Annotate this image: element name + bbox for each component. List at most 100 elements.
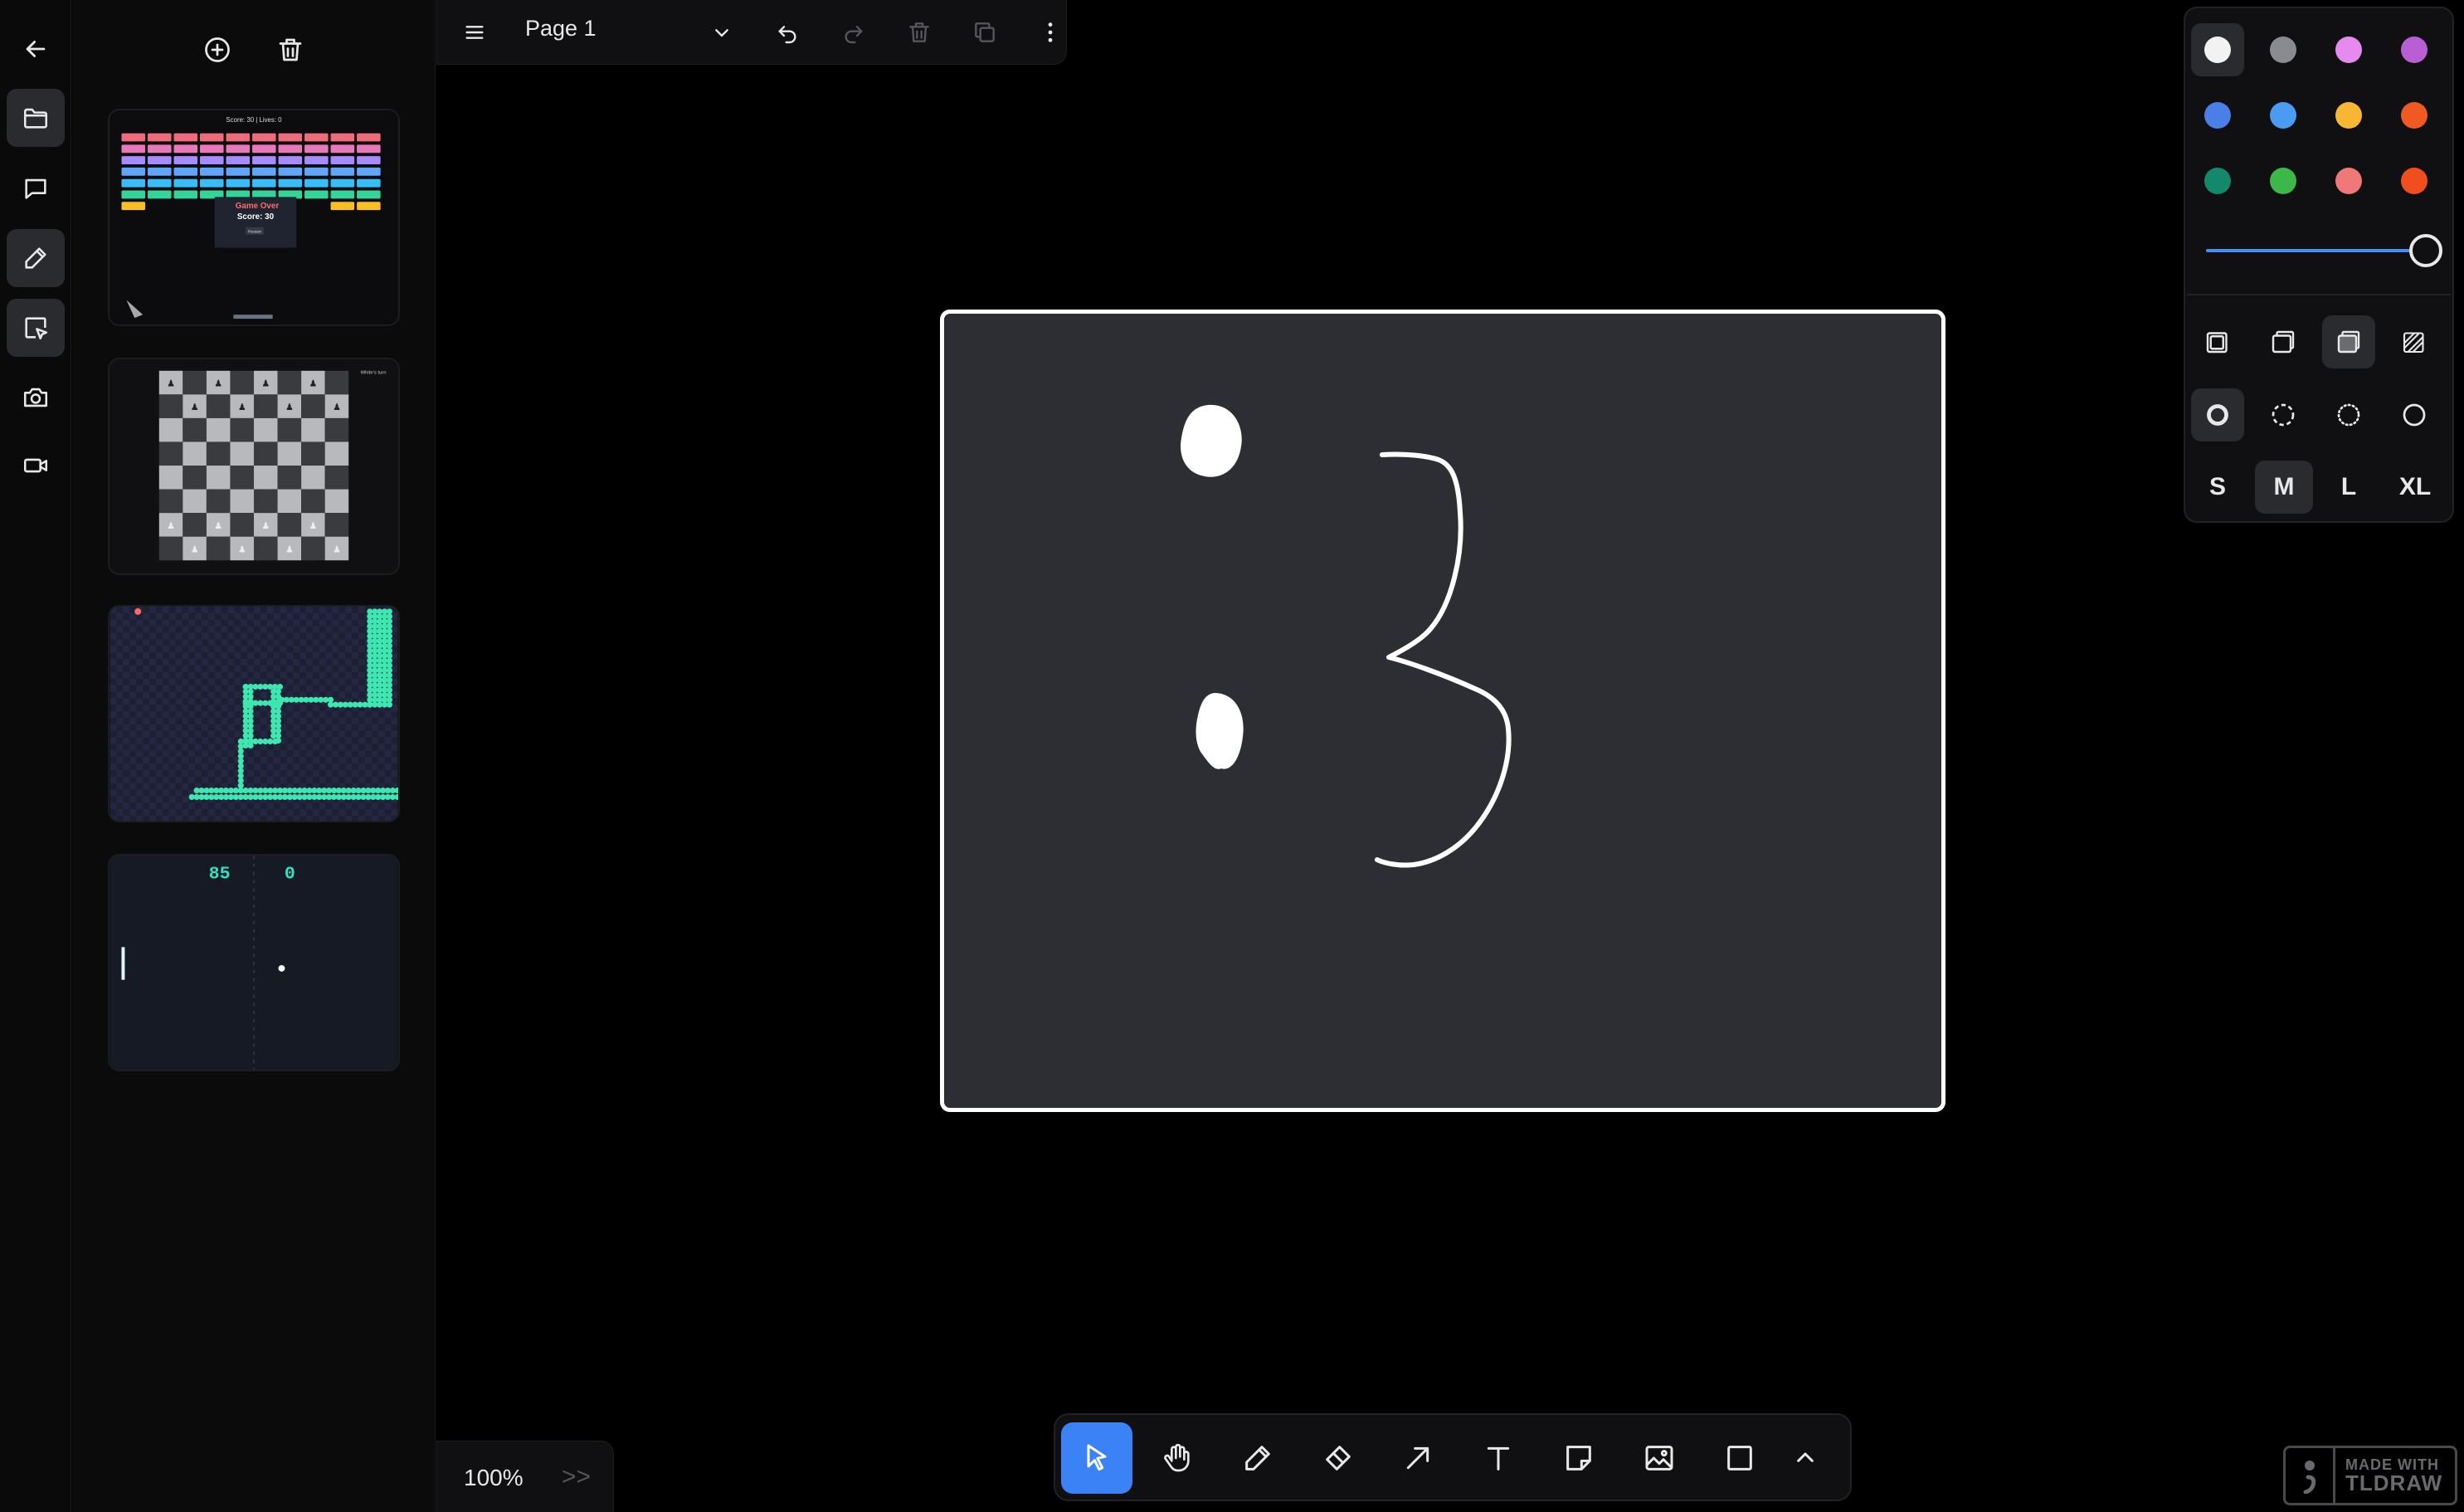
video-button[interactable] [7,437,65,495]
fill-solid-button[interactable] [2322,315,2375,368]
snake-food [134,607,142,615]
color-red[interactable] [2388,154,2441,207]
dash-dashed-button[interactable] [2257,388,2310,441]
dash-draw-button[interactable] [2191,388,2244,441]
color-violet[interactable] [2388,23,2441,76]
color-blue[interactable] [2191,89,2244,142]
camera-button[interactable] [7,368,65,427]
chess-piece: ♟ [285,544,294,554]
folder-icon [23,108,48,129]
size-s-button[interactable]: S [2189,461,2247,514]
minimap-toggle-icon[interactable]: >> [562,1463,591,1491]
note-tool[interactable] [1543,1422,1614,1494]
color-white[interactable] [2191,23,2244,76]
brick [121,167,146,176]
pong-score-left: 85 [209,864,231,885]
color-orange[interactable] [2388,89,2441,142]
drawn-dot-top [1181,404,1242,477]
fill-semi-button[interactable] [2257,315,2310,368]
delete-page-button[interactable] [270,30,310,70]
fill-semi-icon [2272,330,2295,354]
game-over-score: Score: 30 [237,212,275,222]
board-square [206,394,231,418]
brick [252,156,276,164]
text-tool[interactable] [1463,1422,1534,1494]
opacity-slider-track[interactable] [2206,249,2422,252]
board-square [183,489,207,514]
tldraw-logo-icon [2286,1448,2335,1503]
redo-button[interactable] [833,12,874,53]
draw-tool[interactable] [1222,1422,1293,1494]
board-square [230,417,254,442]
eraser-tool[interactable] [1303,1422,1374,1494]
board-square [254,466,278,490]
dash-solid-icon [2403,403,2426,427]
canvas-frame[interactable] [940,310,1945,1112]
board-square [324,489,349,514]
more-button[interactable] [1030,12,1071,53]
zoom-menu[interactable]: 100% >> [436,1441,614,1512]
select-edit-button[interactable] [7,299,65,357]
comments-button[interactable] [7,159,65,217]
fill-none-button[interactable] [2191,315,2244,368]
size-l-button[interactable]: L [2320,461,2378,514]
color-light-red[interactable] [2322,154,2375,207]
menu-button[interactable] [454,12,495,53]
undo-button[interactable] [767,12,808,53]
add-page-button[interactable] [197,30,237,70]
files-button[interactable] [7,89,65,147]
board-square [158,394,183,418]
hand-tool[interactable] [1142,1422,1213,1494]
brick [226,144,251,154]
color-light-green[interactable] [2257,154,2310,207]
brick [330,144,355,154]
select-tool[interactable] [1061,1422,1132,1494]
fill-pattern-button[interactable] [2388,315,2441,368]
opacity-slider-thumb[interactable] [2409,234,2442,267]
freehand-drawing[interactable] [944,314,1941,1108]
page-thumbnail-snake[interactable] [108,605,400,822]
color-yellow[interactable] [2322,89,2375,142]
arrow-tool[interactable] [1382,1422,1454,1494]
brick [330,167,355,176]
duplicate-button[interactable] [964,12,1006,53]
zoom-level[interactable]: 100% [464,1465,523,1491]
page-thumbnail-checkers[interactable]: ♟ ♟ ♟ ♟ ♟ ♟ ♟ ♟ ♟ ♟ ♟ ♟ ♟ ♟ ♟ ♟ White's turn [108,358,400,575]
page-menu-button[interactable] [701,12,743,53]
dash-dotted-button[interactable] [2322,388,2375,441]
color-swatch-dot [2335,168,2362,194]
delete-button[interactable] [898,12,940,53]
color-green[interactable] [2191,154,2244,207]
board-square [230,466,254,490]
made-with-tldraw-badge[interactable]: MADE WITH TLDRAW [2283,1446,2457,1505]
draw-button[interactable] [7,229,65,287]
color-swatch-dot [2270,102,2296,129]
chevron-up-icon [1797,1452,1814,1462]
brick [147,167,172,176]
chess-piece: ♟ [167,378,175,388]
brick [200,144,224,154]
board-square [254,489,278,514]
board-square [206,466,231,490]
size-xl-button[interactable]: XL [2386,461,2444,514]
image-icon [1645,1446,1673,1471]
rectangle-tool[interactable] [1704,1422,1775,1494]
color-grey[interactable] [2257,23,2310,76]
trash-icon [909,22,929,42]
page-thumbnail-breakout[interactable]: Score: 30 | Lives: 0 Game Over Score: 30… [108,109,400,326]
menu-icon [465,26,484,39]
color-light-blue[interactable] [2257,89,2310,142]
more-tools-button[interactable] [1776,1422,1834,1494]
page-thumbnail-pong[interactable]: 85 0 [108,854,400,1071]
size-m-button[interactable]: M [2255,461,2313,514]
board-square [254,394,278,418]
trash-icon [279,38,302,61]
brick [173,167,198,176]
dash-solid-button[interactable] [2388,388,2441,441]
page-name[interactable]: Page 1 [525,16,597,41]
chess-piece: ♟ [261,521,270,531]
color-light-violet[interactable] [2322,23,2375,76]
back-button[interactable] [7,20,65,78]
board-square [324,370,349,395]
media-tool[interactable] [1624,1422,1695,1494]
